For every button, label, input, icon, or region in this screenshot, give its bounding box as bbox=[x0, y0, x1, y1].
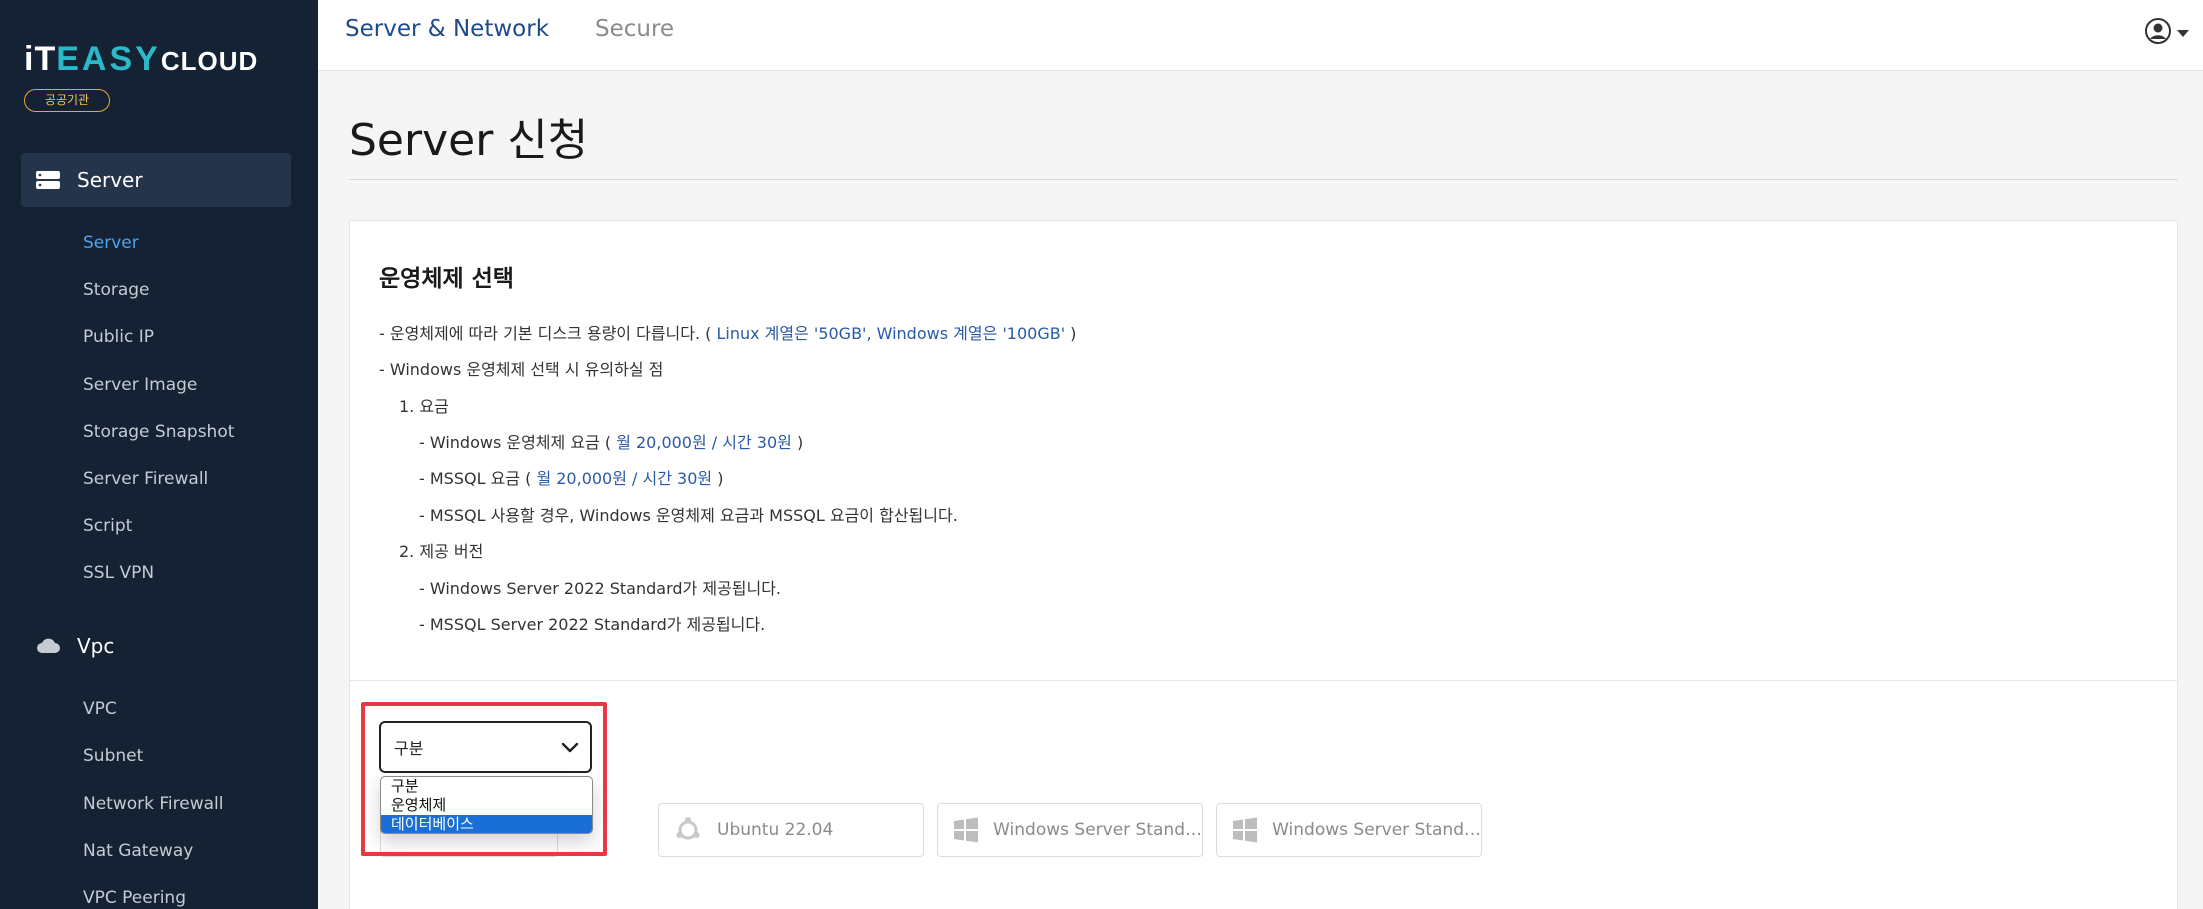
os-selection-panel: 운영체제 선택 - 운영체제에 따라 기본 디스크 용량이 다릅니다. ( Li… bbox=[349, 220, 2178, 909]
sidebar-item-storage-snapshot[interactable]: Storage Snapshot bbox=[83, 422, 234, 442]
sidebar-item-nat-gateway[interactable]: Nat Gateway bbox=[83, 841, 193, 861]
note-highlight: Linux 계열은 '50GB', Windows 계열은 '100GB' bbox=[716, 324, 1066, 343]
windows-icon bbox=[952, 816, 979, 844]
sidebar-item-ssl-vpn[interactable]: SSL VPN bbox=[83, 563, 154, 583]
os-card-windows-server-1[interactable]: Windows Server Stand… bbox=[937, 803, 1203, 857]
sidebar-item-network-firewall[interactable]: Network Firewall bbox=[83, 794, 224, 814]
public-agency-badge: 공공기관 bbox=[24, 89, 110, 112]
note-highlight: 월 20,000원 / 시간 30원 bbox=[536, 469, 713, 488]
sidebar-group-vpc[interactable]: Vpc bbox=[21, 619, 291, 673]
chevron-down-icon bbox=[560, 737, 580, 761]
sidebar-item-server[interactable]: Server bbox=[83, 233, 139, 253]
sidebar-item-server-firewall[interactable]: Server Firewall bbox=[83, 469, 208, 489]
title-divider bbox=[349, 179, 2178, 180]
sidebar-item-vpc-peering[interactable]: VPC Peering bbox=[83, 888, 186, 908]
category-select[interactable]: 구분 bbox=[379, 721, 592, 773]
note-highlight: 월 20,000원 / 시간 30원 bbox=[616, 433, 792, 452]
option-os[interactable]: 운영체제 bbox=[381, 796, 592, 815]
page-title: Server 신청 bbox=[349, 115, 589, 166]
top-bar: Server & Network Secure bbox=[318, 0, 2203, 71]
cloud-icon bbox=[35, 636, 61, 656]
user-menu[interactable] bbox=[2144, 17, 2189, 49]
user-circle-icon bbox=[2144, 17, 2172, 49]
option-database[interactable]: 데이터베이스 bbox=[381, 815, 592, 833]
note-text: ) bbox=[791, 433, 804, 452]
sidebar-item-storage[interactable]: Storage bbox=[83, 280, 150, 300]
category-option-list: 구분 운영체제 데이터베이스 bbox=[380, 776, 593, 834]
sidebar-group-server[interactable]: Server bbox=[21, 153, 291, 207]
option-category[interactable]: 구분 bbox=[381, 777, 592, 796]
brand-logo[interactable]: iTEASYCLOUD bbox=[24, 40, 258, 79]
sidebar-item-vpc[interactable]: VPC bbox=[83, 699, 117, 719]
sidebar-item-public-ip[interactable]: Public IP bbox=[83, 327, 154, 347]
os-card-windows-server-2[interactable]: Windows Server Stand… bbox=[1216, 803, 1482, 857]
ubuntu-icon bbox=[673, 816, 703, 844]
note-text: - 운영체제에 따라 기본 디스크 용량이 다릅니다. ( bbox=[379, 324, 717, 343]
logo-mid: EASY bbox=[56, 40, 161, 78]
os-card-label: Ubuntu 22.04 bbox=[717, 820, 834, 840]
server-icon bbox=[35, 170, 61, 190]
os-card-label: Windows Server Stand… bbox=[993, 820, 1202, 840]
tab-server-network[interactable]: Server & Network bbox=[345, 16, 549, 42]
logo-suffix: CLOUD bbox=[160, 46, 259, 76]
sidebar-group-label: Server bbox=[77, 168, 143, 192]
note-text: - Windows 운영체제 요금 ( bbox=[419, 433, 617, 452]
fee-combined-note: - MSSQL 사용할 경우, Windows 운영체제 요금과 MSSQL 요… bbox=[419, 506, 958, 525]
windows-caution-note: - Windows 운영체제 선택 시 유의하실 점 bbox=[379, 360, 664, 379]
tab-secure[interactable]: Secure bbox=[595, 16, 674, 42]
sidebar: iTEASYCLOUD 공공기관 Server Server Storage P… bbox=[0, 0, 318, 909]
caret-down-icon bbox=[2177, 29, 2189, 37]
version-mssql: - MSSQL Server 2022 Standard가 제공됩니다. bbox=[419, 615, 766, 634]
panel-divider bbox=[350, 680, 2177, 681]
os-card-label: Windows Server Stand… bbox=[1272, 820, 1481, 840]
category-select-value: 구분 bbox=[394, 739, 424, 758]
sidebar-group-label: Vpc bbox=[77, 634, 115, 658]
sidebar-item-subnet[interactable]: Subnet bbox=[83, 746, 143, 766]
fee-windows: - Windows 운영체제 요금 ( 월 20,000원 / 시간 30원 ) bbox=[419, 429, 803, 453]
note-text: - MSSQL 요금 ( bbox=[419, 469, 537, 488]
os-card-ubuntu[interactable]: Ubuntu 22.04 bbox=[658, 803, 924, 857]
version-windows: - Windows Server 2022 Standard가 제공됩니다. bbox=[419, 579, 782, 598]
sidebar-item-script[interactable]: Script bbox=[83, 516, 132, 536]
logo-prefix: iT bbox=[24, 40, 57, 78]
section-title: 운영체제 선택 bbox=[379, 266, 514, 292]
version-heading: 2. 제공 버전 bbox=[399, 542, 484, 561]
windows-icon bbox=[1231, 816, 1258, 844]
disk-capacity-note: - 운영체제에 따라 기본 디스크 용량이 다릅니다. ( Linux 계열은 … bbox=[379, 320, 1076, 344]
fee-heading: 1. 요금 bbox=[399, 397, 449, 416]
note-text: ) bbox=[1065, 324, 1077, 343]
note-text: ) bbox=[712, 469, 724, 488]
fee-mssql: - MSSQL 요금 ( 월 20,000원 / 시간 30원 ) bbox=[419, 465, 723, 489]
sidebar-item-server-image[interactable]: Server Image bbox=[83, 375, 197, 395]
